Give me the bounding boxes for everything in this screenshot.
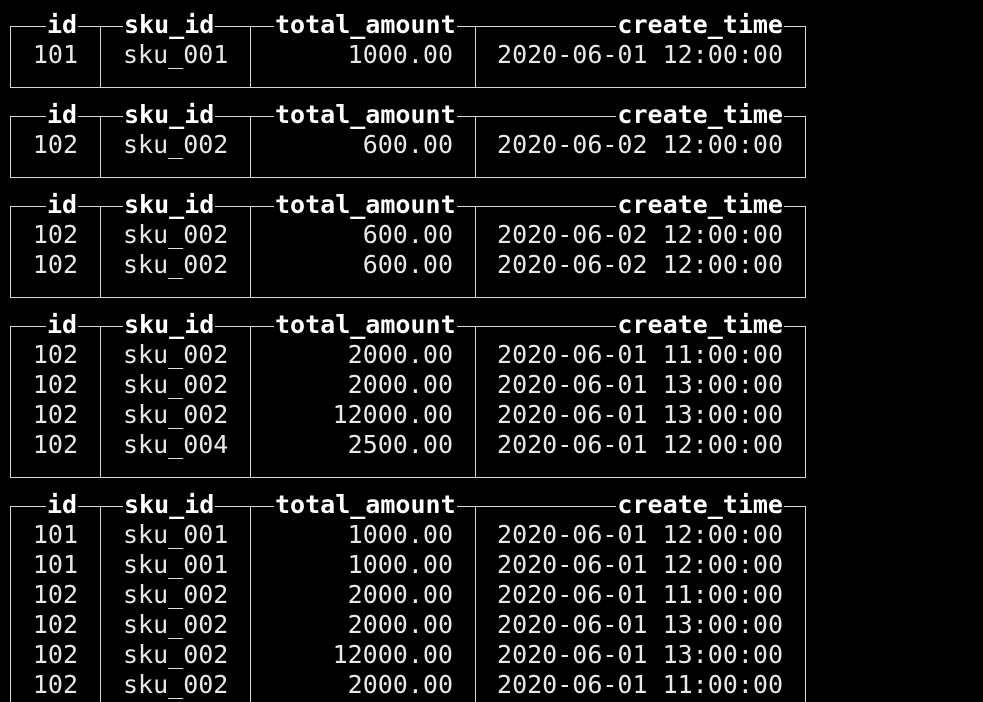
table-row: 102 sku_002 2000.00 2020-06-01 11:00:00 [10, 340, 806, 370]
result-table: id sku_id total_amount create_time 102 sku_00… [10, 190, 806, 298]
column-header-total-amount: total_amount [274, 100, 457, 130]
cell-sku-id: sku_002 [123, 340, 229, 369]
cell-total-amount: 2000.00 [347, 340, 453, 369]
cell-sku-id: sku_002 [123, 400, 229, 429]
cell-total-amount: 2000.00 [347, 580, 453, 609]
cell-id: 102 [32, 670, 78, 699]
table-row: 102 sku_002 600.00 2020-06-02 12:00:00 [10, 130, 806, 160]
column-header-create-time: create_time [616, 190, 784, 220]
column-header-create-time: create_time [616, 490, 784, 520]
cell-create-time: 2020-06-01 13:00:00 [497, 640, 783, 669]
cell-sku-id: sku_002 [123, 220, 229, 249]
cell-id: 102 [32, 370, 78, 399]
cell-sku-id: sku_002 [123, 580, 229, 609]
cell-create-time: 2020-06-01 11:00:00 [497, 340, 783, 369]
result-table: id sku_id total_amount create_time 101 sku_00… [10, 10, 806, 88]
table-row: 101 sku_001 1000.00 2020-06-01 12:00:00 [10, 520, 806, 550]
table-row: 102 sku_002 12000.00 2020-06-01 13:00:00 [10, 400, 806, 430]
cell-id: 102 [32, 580, 78, 609]
cell-total-amount: 1000.00 [347, 520, 453, 549]
cell-id: 102 [32, 130, 78, 159]
cell-sku-id: sku_002 [123, 670, 229, 699]
table-row: 101 sku_001 1000.00 2020-06-01 12:00:00 [10, 40, 806, 70]
cell-create-time: 2020-06-01 12:00:00 [497, 550, 783, 579]
column-header-create-time: create_time [616, 10, 784, 40]
table-row: 102 sku_002 2000.00 2020-06-01 11:00:00 [10, 670, 806, 700]
column-header-id: id [46, 100, 79, 130]
column-header-total-amount: total_amount [274, 190, 457, 220]
cell-sku-id: sku_001 [123, 550, 229, 579]
column-header-total-amount: total_amount [274, 310, 457, 340]
column-header-sku-id: sku_id [123, 100, 216, 130]
table-row: 102 sku_002 2000.00 2020-06-01 11:00:00 [10, 580, 806, 610]
cell-create-time: 2020-06-01 13:00:00 [497, 370, 783, 399]
column-header-id: id [46, 190, 79, 220]
cell-create-time: 2020-06-02 12:00:00 [497, 130, 783, 159]
cell-sku-id: sku_002 [123, 370, 229, 399]
cell-create-time: 2020-06-01 12:00:00 [497, 40, 783, 69]
cell-id: 102 [32, 340, 78, 369]
table-row: 102 sku_002 600.00 2020-06-02 12:00:00 [10, 250, 806, 280]
column-header-id: id [46, 310, 79, 340]
cell-id: 102 [32, 430, 78, 459]
cell-create-time: 2020-06-01 13:00:00 [497, 610, 783, 639]
cell-create-time: 2020-06-01 13:00:00 [497, 400, 783, 429]
cell-id: 101 [32, 40, 78, 69]
cell-create-time: 2020-06-01 12:00:00 [497, 520, 783, 549]
cell-total-amount: 2000.00 [347, 670, 453, 699]
cell-total-amount: 12000.00 [332, 400, 453, 429]
cell-id: 102 [32, 640, 78, 669]
cell-create-time: 2020-06-01 11:00:00 [497, 580, 783, 609]
cell-sku-id: sku_002 [123, 640, 229, 669]
cell-id: 102 [32, 400, 78, 429]
table-row: 102 sku_002 12000.00 2020-06-01 13:00:00 [10, 640, 806, 670]
column-header-create-time: create_time [616, 310, 784, 340]
column-header-id: id [46, 490, 79, 520]
cell-total-amount: 12000.00 [332, 640, 453, 669]
cell-sku-id: sku_002 [123, 250, 229, 279]
cell-id: 101 [32, 550, 78, 579]
cell-sku-id: sku_002 [123, 610, 229, 639]
terminal-window: id sku_id total_amount create_time 101 sku_00… [0, 0, 983, 702]
result-table: id sku_id total_amount create_time 101 sku_00… [10, 490, 806, 702]
cell-total-amount: 2000.00 [347, 370, 453, 399]
cell-total-amount: 600.00 [362, 250, 453, 279]
cell-create-time: 2020-06-01 11:00:00 [497, 670, 783, 699]
table-row: 102 sku_002 600.00 2020-06-02 12:00:00 [10, 220, 806, 250]
cell-total-amount: 1000.00 [347, 40, 453, 69]
cell-create-time: 2020-06-02 12:00:00 [497, 220, 783, 249]
table-row: 102 sku_004 2500.00 2020-06-01 12:00:00 [10, 430, 806, 460]
cell-id: 102 [32, 610, 78, 639]
cell-id: 102 [32, 250, 78, 279]
cell-sku-id: sku_002 [123, 130, 229, 159]
column-header-create-time: create_time [616, 100, 784, 130]
result-table: id sku_id total_amount create_time 102 sku_00… [10, 100, 806, 178]
cell-total-amount: 600.00 [362, 220, 453, 249]
column-header-total-amount: total_amount [274, 10, 457, 40]
cell-total-amount: 1000.00 [347, 550, 453, 579]
column-header-id: id [46, 10, 79, 40]
cell-sku-id: sku_004 [123, 430, 229, 459]
column-header-sku-id: sku_id [123, 490, 216, 520]
column-header-sku-id: sku_id [123, 10, 216, 40]
result-table: id sku_id total_amount create_time 102 sku_00… [10, 310, 806, 478]
cell-id: 102 [32, 220, 78, 249]
cell-total-amount: 2500.00 [347, 430, 453, 459]
cell-sku-id: sku_001 [123, 40, 229, 69]
column-header-sku-id: sku_id [123, 190, 216, 220]
cell-create-time: 2020-06-01 12:00:00 [497, 430, 783, 459]
cell-create-time: 2020-06-02 12:00:00 [497, 250, 783, 279]
table-row: 102 sku_002 2000.00 2020-06-01 13:00:00 [10, 370, 806, 400]
cell-total-amount: 600.00 [362, 130, 453, 159]
cell-id: 101 [32, 520, 78, 549]
column-header-sku-id: sku_id [123, 310, 216, 340]
cell-total-amount: 2000.00 [347, 610, 453, 639]
table-row: 102 sku_002 2000.00 2020-06-01 13:00:00 [10, 610, 806, 640]
table-row: 101 sku_001 1000.00 2020-06-01 12:00:00 [10, 550, 806, 580]
column-header-total-amount: total_amount [274, 490, 457, 520]
cell-sku-id: sku_001 [123, 520, 229, 549]
